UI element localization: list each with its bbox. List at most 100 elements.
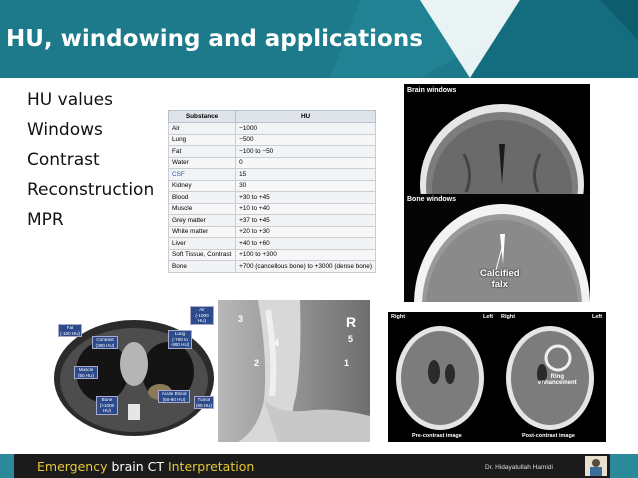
acute-blood-hu-label: Acute Blood (50-80 HU) [158,390,190,403]
bone-window-ct-image: Bone windows Calcified falx [404,194,590,302]
chest-ct-hu-image: Fat (-100 HU) Air (-1000 HU) Contrast (300 … [50,300,217,442]
brain-window-ct-image: Brain windows [404,84,590,194]
table-row: Water 0 [167,156,376,169]
hu-cell: +10 to +40 [235,202,376,215]
muscle-hu-label: Muscle (50 HU) [74,366,98,379]
table-row: Air −1000 [167,122,376,135]
tumor-hu-label: Tumor (60 HU) [194,396,214,409]
post-left-label: Left [592,314,603,320]
hu-cell: +100 to +300 [235,248,376,261]
label-line: enhancement [538,380,577,386]
footer-title: Emergency brain CT Interpretation [37,459,254,474]
table-row: White matter +20 to +30 [167,225,376,238]
column-header: HU [235,110,376,123]
hu-values-table: Substance HU Air −1000 Lung −500 Fat −100 t… [167,110,376,273]
label-line: (60 HU) [195,402,213,408]
bullet-reconstruction: Reconstruction [27,180,155,200]
substance-cell: Muscle [167,202,237,215]
contrast-hu-label: Contrast (300 HU) [92,336,118,349]
bullet-mpr: MPR [27,210,64,230]
substance-cell: Kidney [167,179,237,192]
bone-windows-label: Bone windows [407,196,456,203]
substance-link-csf[interactable]: CSF [167,168,237,181]
label-line: (-100 HU) [59,330,81,336]
hu-cell: +700 (cancellous bone) to +3000 (dense b… [235,260,376,273]
column-header: Substance [167,110,237,123]
xray-mark-5: 5 [348,334,354,344]
lung-hu-label: Lung (-750 to -900 HU) [168,330,192,349]
substance-cell: White matter [167,225,237,238]
post-contrast-caption: Post-contrast image [522,433,575,439]
table-header-row: Substance HU [167,110,376,123]
brain-windows-label: Brain windows [407,87,457,94]
substance-cell: Grey matter [167,214,237,227]
table-row: Blood +30 to +45 [167,191,376,204]
slide-header: HU, windowing and applications [0,0,638,78]
table-row: Fat −100 to −50 [167,145,376,158]
hu-cell: +30 to +45 [235,191,376,204]
pre-contrast-caption: Pre-contrast image [412,433,462,439]
substance-cell: Liver [167,237,237,250]
calcified-label-line2: falx [491,279,508,290]
table-row: Soft Tissue, Contrast +100 to +300 [167,248,376,261]
hu-cell: −1000 [235,122,376,135]
bullet-windows: Windows [27,120,103,140]
hu-cell: +37 to +45 [235,214,376,227]
label-line: (-1000 HU) [195,312,209,324]
footer-word-interpretation: Interpretation [167,459,255,474]
brain-ct-drawing [420,104,584,194]
slide-title: HU, windowing and applications [6,26,423,52]
calcified-falx-label: Calcified falx [480,268,520,290]
hu-cell: −100 to −50 [235,145,376,158]
label-line: -900 HU) [170,342,190,347]
bullet-list: HU values Windows Contrast Reconstructio… [27,88,154,238]
pre-right-label: Right [391,314,406,320]
bullet-hu-values: HU values [27,90,113,110]
air-hu-label: Air (-1000 HU) [190,306,214,325]
hu-cell: 30 [235,179,376,192]
label-line: (300 HU) [95,342,115,348]
label-line: HU) [102,408,112,413]
xray-mark-4: 4 [274,338,280,348]
hu-cell: +40 to +60 [235,237,376,250]
table-row: Bone +700 (cancellous bone) to +3000 (den… [167,260,376,273]
hu-cell: 0 [235,156,376,169]
table-row: Muscle +10 to +40 [167,202,376,215]
table-row: Grey matter +37 to +45 [167,214,376,227]
label-line: (50 HU) [77,372,95,378]
substance-cell: Blood [167,191,237,204]
label-line: (50-80 HU) [162,396,186,402]
calcified-label-line1: Calcified [480,268,520,279]
footer-author: Dr. Hidayatullah Hamidi [485,464,553,471]
hu-cell: +20 to +30 [235,225,376,238]
hu-cell: 15 [235,168,376,181]
label-line: Tumor [197,397,211,402]
post-right-label: Right [501,314,516,320]
xray-mark-3: 3 [238,314,244,324]
table-row: Kidney 30 [167,179,376,192]
table-row: CSF 15 [167,168,376,181]
substance-cell: Lung [167,133,237,146]
label-line: Contrast [96,337,114,342]
contrast-ct-comparison: Right Left Right Left Ring enhancement P… [388,312,606,442]
footer-word-emergency: Emergency [37,459,108,474]
substance-cell: Water [167,156,237,169]
substance-cell: Soft Tissue, Contrast [167,248,237,261]
xray-mark-2: 2 [254,358,260,368]
label-line: Acute Blood [161,391,187,396]
xray-mark-1: 1 [344,358,350,368]
xray-marker-r: R [346,314,357,330]
pre-left-label: Left [483,314,494,320]
substance-cell: Air [167,122,237,135]
ring-enhancement-label: Ring enhancement [538,374,577,386]
table-row: Liver +40 to +60 [167,237,376,250]
bone-hu-label: Bone (>1000 HU) [96,396,118,415]
xray-bone-image: 3 4 2 1 R 5 [218,300,370,442]
substance-cell: Fat [167,145,237,158]
footer-word-brain-ct: brain CT [107,459,168,474]
bullet-contrast: Contrast [27,150,100,170]
substance-cell: Bone [167,260,237,273]
table-row: Lung −500 [167,133,376,146]
hu-cell: −500 [235,133,376,146]
fat-hu-label: Fat (-100 HU) [58,324,82,337]
